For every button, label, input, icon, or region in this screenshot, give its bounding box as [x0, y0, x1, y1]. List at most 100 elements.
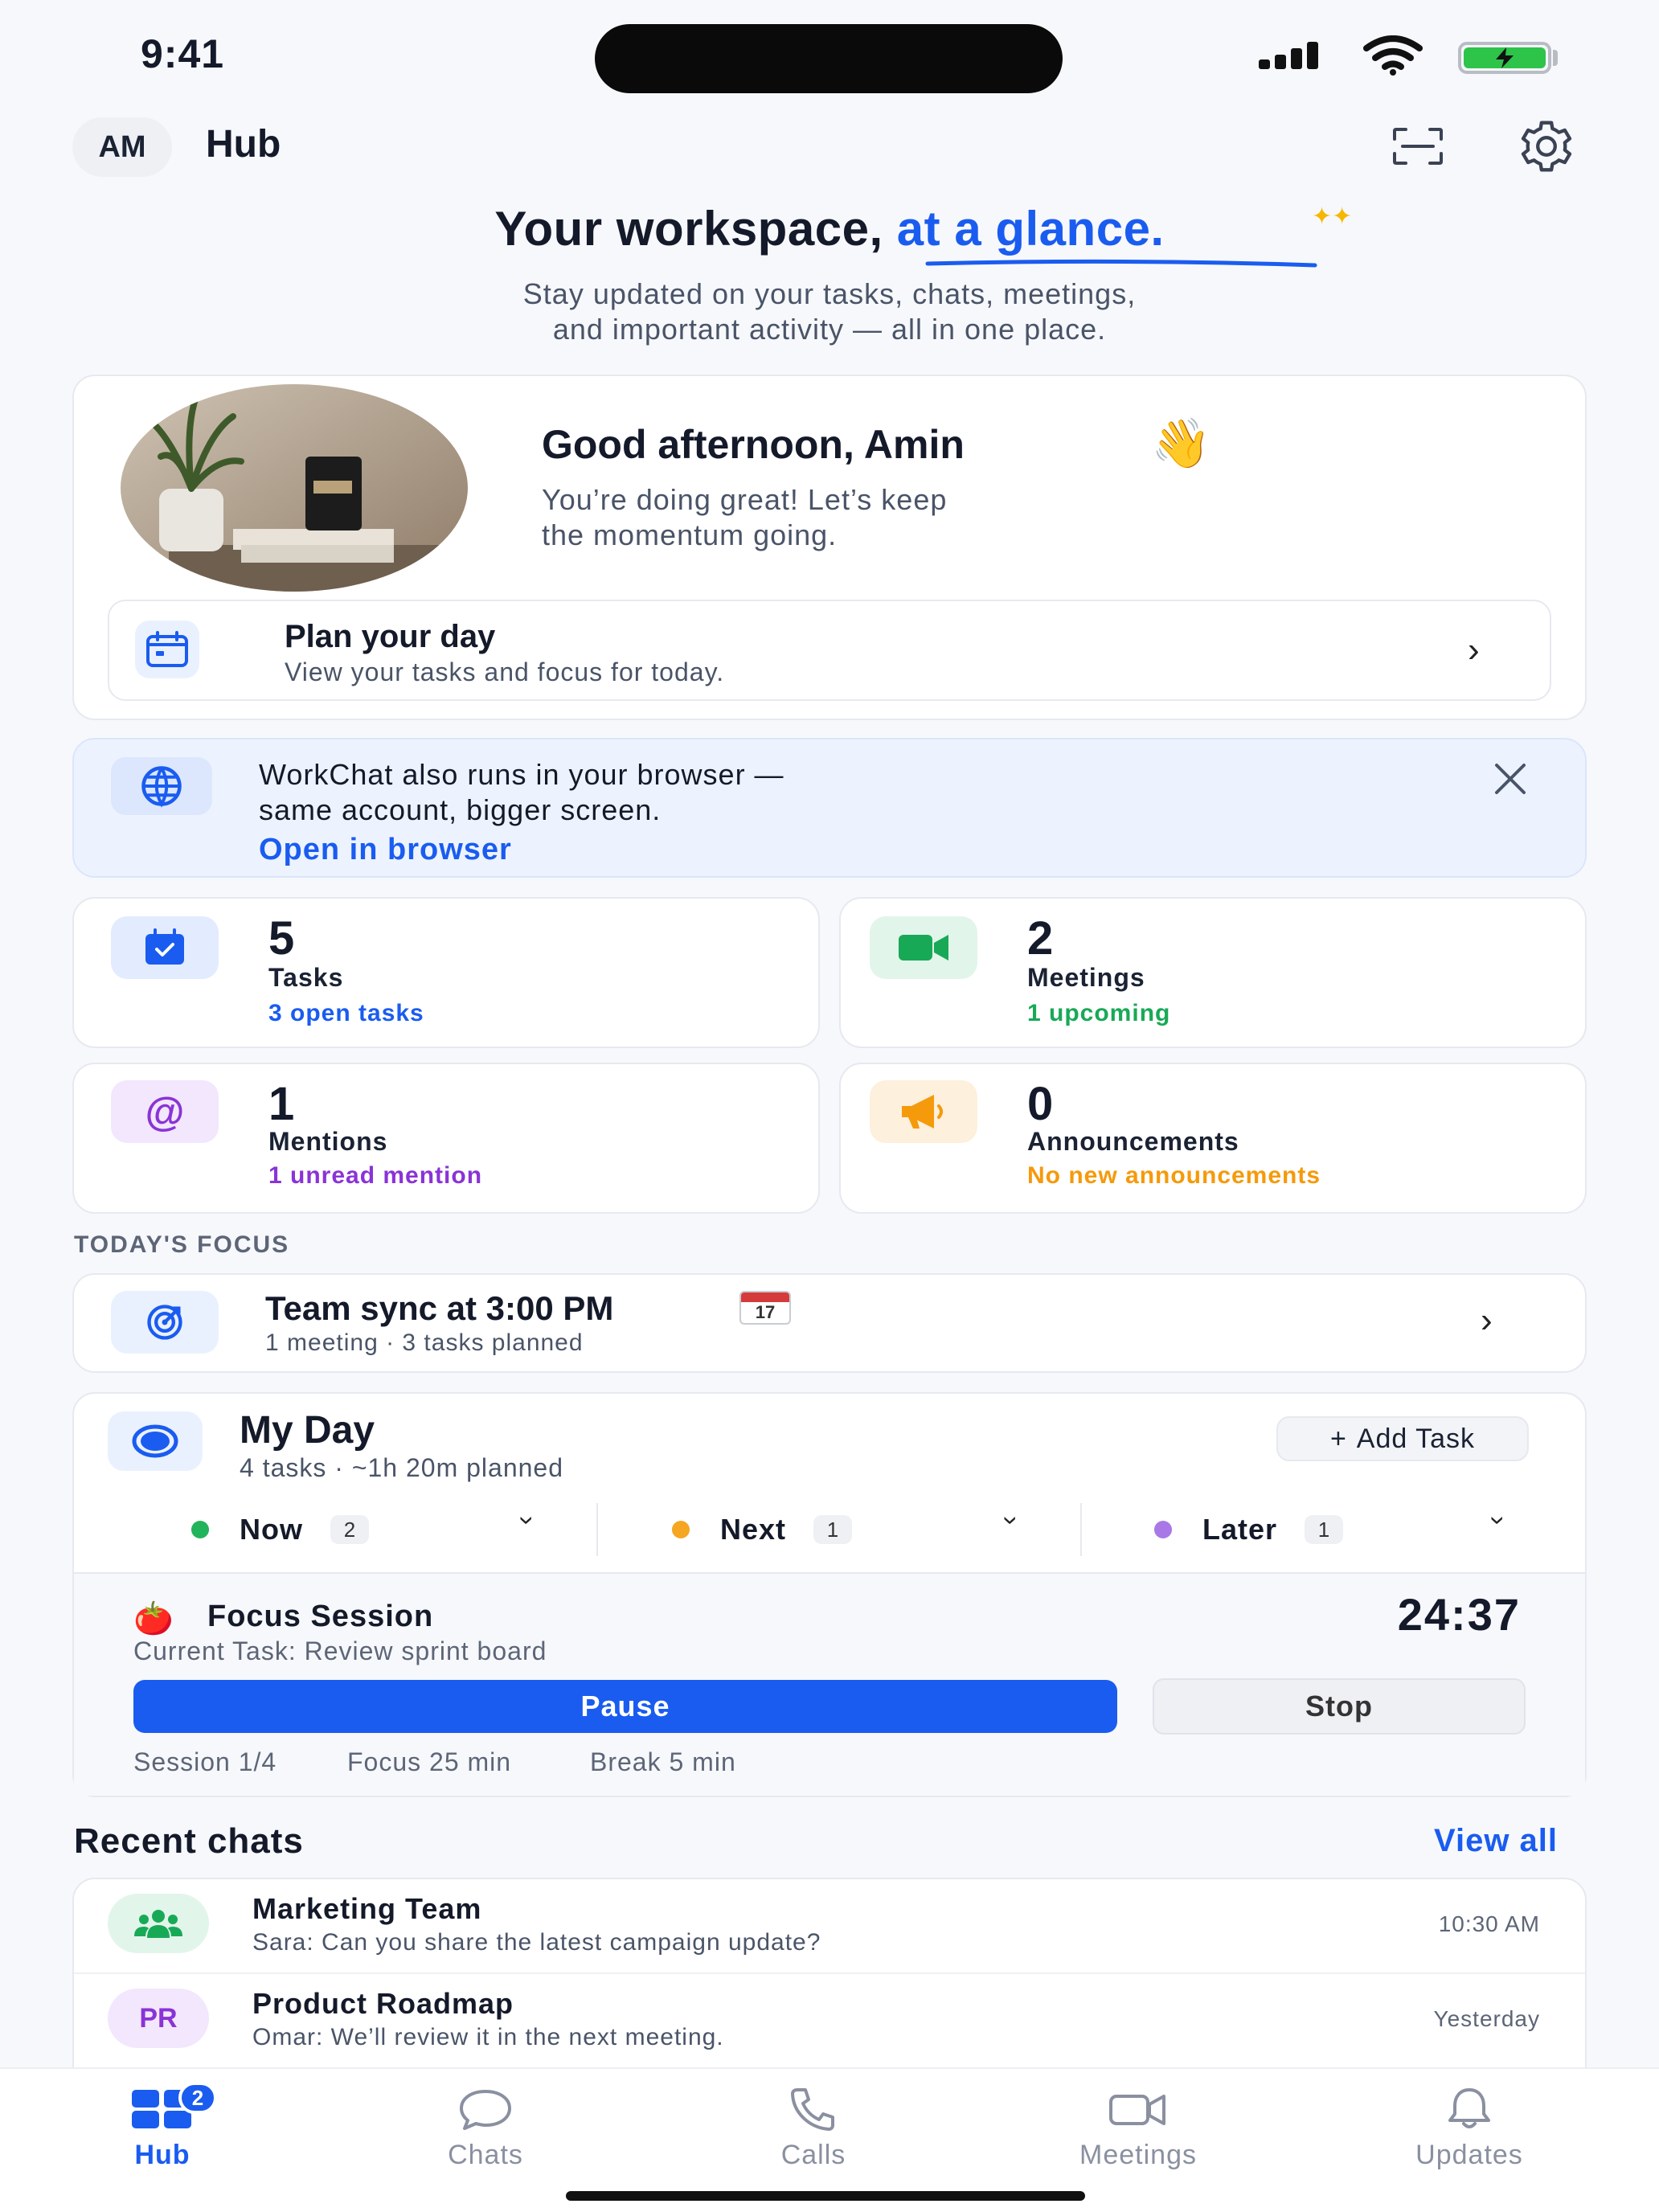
- stop-button[interactable]: Stop: [1153, 1678, 1526, 1735]
- focus-timer: 24:37: [1397, 1589, 1521, 1640]
- chevron-down-icon[interactable]: ›: [1482, 1516, 1514, 1525]
- app-title: Hub: [206, 123, 281, 166]
- hero-title-accent: at a glance.: [896, 202, 1165, 256]
- tab-label: Updates: [1415, 2140, 1523, 2170]
- banner-line1: WorkChat also runs in your browser —: [259, 758, 784, 791]
- tab-meetings[interactable]: Meetings: [1042, 2087, 1235, 2171]
- tab-label: Meetings: [1079, 2140, 1197, 2170]
- tomato-icon: 🍅: [133, 1601, 174, 1636]
- calendar-day-icon: 17: [739, 1291, 791, 1325]
- cellular-signal-icon: [1259, 40, 1328, 69]
- bell-icon: [1448, 2088, 1490, 2128]
- desk-plant-image: [121, 384, 468, 592]
- calendar-icon: [135, 621, 199, 678]
- hero-subtitle: Stay updated on your tasks, chats, meeti…: [0, 276, 1659, 347]
- target-icon: [111, 1291, 219, 1354]
- avatar[interactable]: AM: [72, 117, 172, 177]
- stat-meetings-count: 2: [1027, 912, 1054, 965]
- stat-mentions-count: 1: [268, 1078, 295, 1130]
- segment-label: Later: [1202, 1513, 1278, 1546]
- segment-divider: [596, 1503, 598, 1556]
- todays-focus-label: TODAY'S FOCUS: [74, 1231, 290, 1258]
- scan-icon: [1393, 128, 1443, 165]
- stat-announcements-label: Announcements: [1027, 1127, 1239, 1156]
- group-icon: [108, 1894, 209, 1953]
- my-day-subtitle: 4 tasks · ~1h 20m planned: [240, 1453, 564, 1482]
- focus-subtitle: 1 meeting · 3 tasks planned: [265, 1329, 584, 1356]
- chat-bubble-icon: [460, 2090, 511, 2130]
- tab-label: Hub: [134, 2140, 190, 2170]
- status-time: 9:41: [141, 31, 225, 76]
- tab-chats[interactable]: Chats: [389, 2087, 582, 2171]
- battery-tip: [1553, 50, 1558, 66]
- segment-later[interactable]: Later 1: [1154, 1503, 1344, 1556]
- scan-button[interactable]: [1386, 114, 1450, 178]
- hero-subtitle-line2: and important activity — all in one plac…: [552, 313, 1107, 346]
- pause-button[interactable]: Pause: [133, 1680, 1117, 1733]
- hero-underline: [925, 259, 1317, 268]
- gear-icon: [1521, 121, 1572, 172]
- waving-hand-icon: 👋: [1151, 416, 1211, 470]
- view-all-link[interactable]: View all: [1434, 1823, 1558, 1859]
- settings-button[interactable]: [1514, 114, 1579, 178]
- add-task-label: Add Task: [1356, 1423, 1476, 1454]
- chevron-right-icon: ›: [1481, 1301, 1493, 1340]
- segment-now[interactable]: Now 2: [191, 1503, 369, 1556]
- video-camera-icon: [870, 916, 977, 979]
- add-task-button[interactable]: + Add Task: [1276, 1416, 1529, 1461]
- focus-session-title: Focus Session: [207, 1600, 434, 1633]
- focus-current-task: Current Task: Review sprint board: [133, 1636, 547, 1665]
- sparkle-icon: ✦✦: [1312, 203, 1353, 230]
- stat-announcements-sub: No new announcements: [1027, 1162, 1321, 1189]
- segment-count: 1: [1305, 1515, 1344, 1544]
- hero-title: Your workspace, at a glance.: [0, 201, 1659, 256]
- chat-preview: Sara: Can you share the latest campaign …: [252, 1929, 821, 1956]
- greeting-title: Good afternoon, Amin: [542, 422, 965, 467]
- segment-label: Now: [240, 1513, 303, 1546]
- segment-label: Next: [720, 1513, 787, 1546]
- tab-calls[interactable]: Calls: [717, 2087, 910, 2171]
- at-sign-icon: @: [111, 1080, 219, 1143]
- hero-subtitle-line1: Stay updated on your tasks, chats, meeti…: [522, 277, 1137, 310]
- plan-title: Plan your day: [285, 619, 496, 654]
- chevron-down-icon[interactable]: ›: [995, 1516, 1026, 1525]
- dynamic-island: [595, 24, 1063, 93]
- stat-meetings-sub: 1 upcoming: [1027, 1000, 1171, 1026]
- notification-badge: 2: [178, 2082, 217, 2114]
- video-icon: [1109, 2095, 1165, 2125]
- focus-duration: Focus 25 min: [347, 1747, 512, 1776]
- open-in-browser-link[interactable]: Open in browser: [259, 833, 512, 867]
- segment-count: 2: [330, 1515, 369, 1544]
- recent-chats-title: Recent chats: [74, 1821, 304, 1861]
- banner-message: WorkChat also runs in your browser — sam…: [259, 757, 982, 828]
- tab-label: Calls: [780, 2140, 846, 2170]
- status-dot: [672, 1521, 690, 1538]
- chat-preview: Omar: We’ll review it in the next meetin…: [252, 2024, 724, 2050]
- stat-tasks-count: 5: [268, 912, 295, 965]
- segment-count: 1: [813, 1515, 853, 1544]
- banner-line2: same account, bigger screen.: [259, 793, 662, 826]
- stat-tasks-sub: 3 open tasks: [268, 1000, 424, 1026]
- chevron-down-icon[interactable]: ›: [511, 1516, 543, 1525]
- close-icon[interactable]: [1490, 759, 1530, 799]
- tab-hub[interactable]: Hub: [66, 2087, 259, 2171]
- my-day-title: My Day: [240, 1409, 375, 1452]
- segment-next[interactable]: Next 1: [672, 1503, 853, 1556]
- calendar-day-number: 17: [755, 1302, 776, 1322]
- tab-updates[interactable]: Updates: [1373, 2087, 1566, 2171]
- stat-meetings-label: Meetings: [1027, 963, 1145, 992]
- status-dot: [1154, 1521, 1172, 1538]
- plan-subtitle: View your tasks and focus for today.: [285, 657, 725, 686]
- tab-label: Chats: [448, 2140, 523, 2170]
- stat-mentions-sub: 1 unread mention: [268, 1162, 483, 1189]
- chat-avatar-initials: PR: [108, 1989, 209, 2048]
- stat-tasks-label: Tasks: [268, 963, 344, 992]
- greeting-line1: You’re doing great! Let’s keep: [542, 483, 948, 516]
- home-indicator: [566, 2191, 1085, 2201]
- chat-name: Marketing Team: [252, 1892, 482, 1925]
- stat-mentions-label: Mentions: [268, 1127, 388, 1156]
- chat-name: Product Roadmap: [252, 1987, 514, 2020]
- plus-icon: +: [1329, 1423, 1347, 1454]
- greeting-subtitle: You’re doing great! Let’s keep the momen…: [542, 482, 1153, 553]
- stat-announcements-count: 0: [1027, 1078, 1054, 1130]
